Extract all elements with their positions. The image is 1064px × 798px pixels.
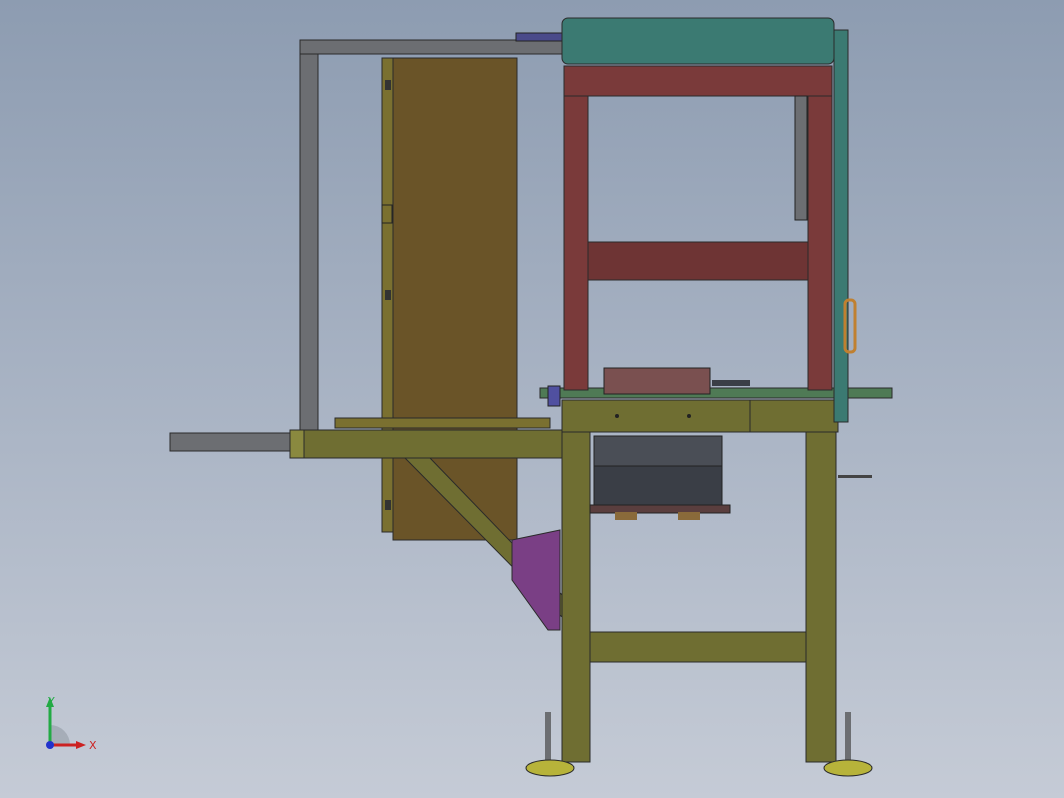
machine-assembly-model[interactable]: [0, 0, 1064, 798]
z-axis-dot: [46, 741, 54, 749]
purple-bracket[interactable]: [511, 529, 561, 631]
x-axis-label: X: [89, 739, 97, 752]
coordinate-triad: Y X: [46, 695, 97, 752]
cad-viewport[interactable]: Y X: [0, 0, 1064, 798]
y-axis-label: Y: [47, 695, 55, 708]
dark-hopper[interactable]: [589, 435, 731, 520]
triad-plane-icon: [50, 725, 70, 745]
brown-panel[interactable]: [381, 57, 518, 541]
x-axis-arrowhead: [76, 741, 86, 749]
red-frame[interactable]: [563, 65, 833, 395]
